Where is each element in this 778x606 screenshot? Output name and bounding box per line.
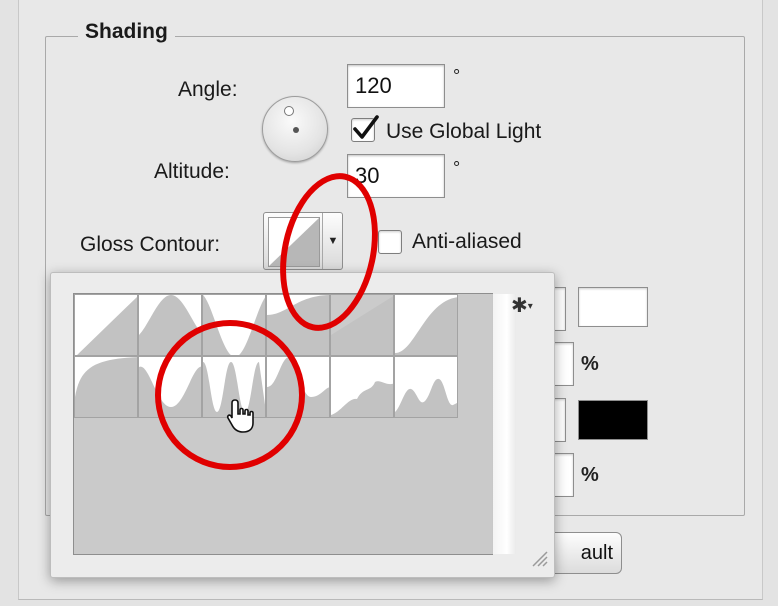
contour-ring[interactable] bbox=[138, 356, 202, 418]
contour-grid bbox=[73, 293, 493, 555]
anti-aliased-label: Anti-aliased bbox=[412, 230, 522, 253]
use-global-light-checkbox[interactable] bbox=[351, 115, 379, 142]
contour-cove-shallow[interactable] bbox=[330, 294, 394, 356]
checkmark-icon bbox=[353, 115, 379, 139]
altitude-input[interactable]: 30 bbox=[347, 154, 445, 198]
highlight-opacity-percent: % bbox=[581, 353, 599, 375]
resize-grip-icon[interactable] bbox=[530, 549, 548, 572]
contour-ring-triple[interactable] bbox=[266, 356, 330, 418]
dial-light-handle[interactable] bbox=[284, 106, 294, 116]
contour-picker-popup: ✱▾ bbox=[50, 272, 555, 578]
contour-linear[interactable] bbox=[74, 294, 138, 356]
angle-degree-symbol: ° bbox=[453, 66, 461, 86]
shadow-opacity-percent: % bbox=[581, 464, 599, 486]
angle-input[interactable]: 120 bbox=[347, 64, 445, 108]
contour-half-round[interactable] bbox=[74, 356, 138, 418]
anti-aliased-checkbox[interactable] bbox=[378, 230, 402, 254]
contour-gaussian[interactable] bbox=[394, 294, 458, 356]
contour-thumbnail bbox=[268, 217, 320, 267]
angle-label: Angle: bbox=[178, 78, 238, 101]
use-global-light-label: Use Global Light bbox=[386, 120, 542, 143]
contour-cone-inverted[interactable] bbox=[202, 294, 266, 356]
contour-rolling-slope[interactable] bbox=[330, 356, 394, 418]
gear-icon[interactable]: ✱▾ bbox=[511, 293, 533, 318]
gloss-contour-picker-button[interactable]: ▼ bbox=[263, 212, 343, 270]
chevron-down-icon[interactable]: ▼ bbox=[322, 213, 343, 269]
altitude-degree-symbol: ° bbox=[453, 158, 461, 178]
angle-dial[interactable] bbox=[262, 96, 328, 162]
shading-group-title: Shading bbox=[78, 20, 175, 44]
dial-center-dot bbox=[293, 127, 299, 133]
hand-pointer-icon bbox=[226, 398, 256, 439]
contour-grid-scrollbar[interactable] bbox=[492, 294, 516, 554]
contour-cove-deep[interactable] bbox=[266, 294, 330, 356]
contour-sawtooth[interactable] bbox=[394, 356, 458, 418]
contour-cone[interactable] bbox=[138, 294, 202, 356]
shadow-color-swatch[interactable] bbox=[578, 400, 648, 440]
altitude-label: Altitude: bbox=[154, 160, 230, 183]
gloss-contour-label: Gloss Contour: bbox=[80, 233, 221, 256]
highlight-color-swatch[interactable] bbox=[578, 287, 648, 327]
chevron-down-icon: ▾ bbox=[527, 301, 533, 313]
